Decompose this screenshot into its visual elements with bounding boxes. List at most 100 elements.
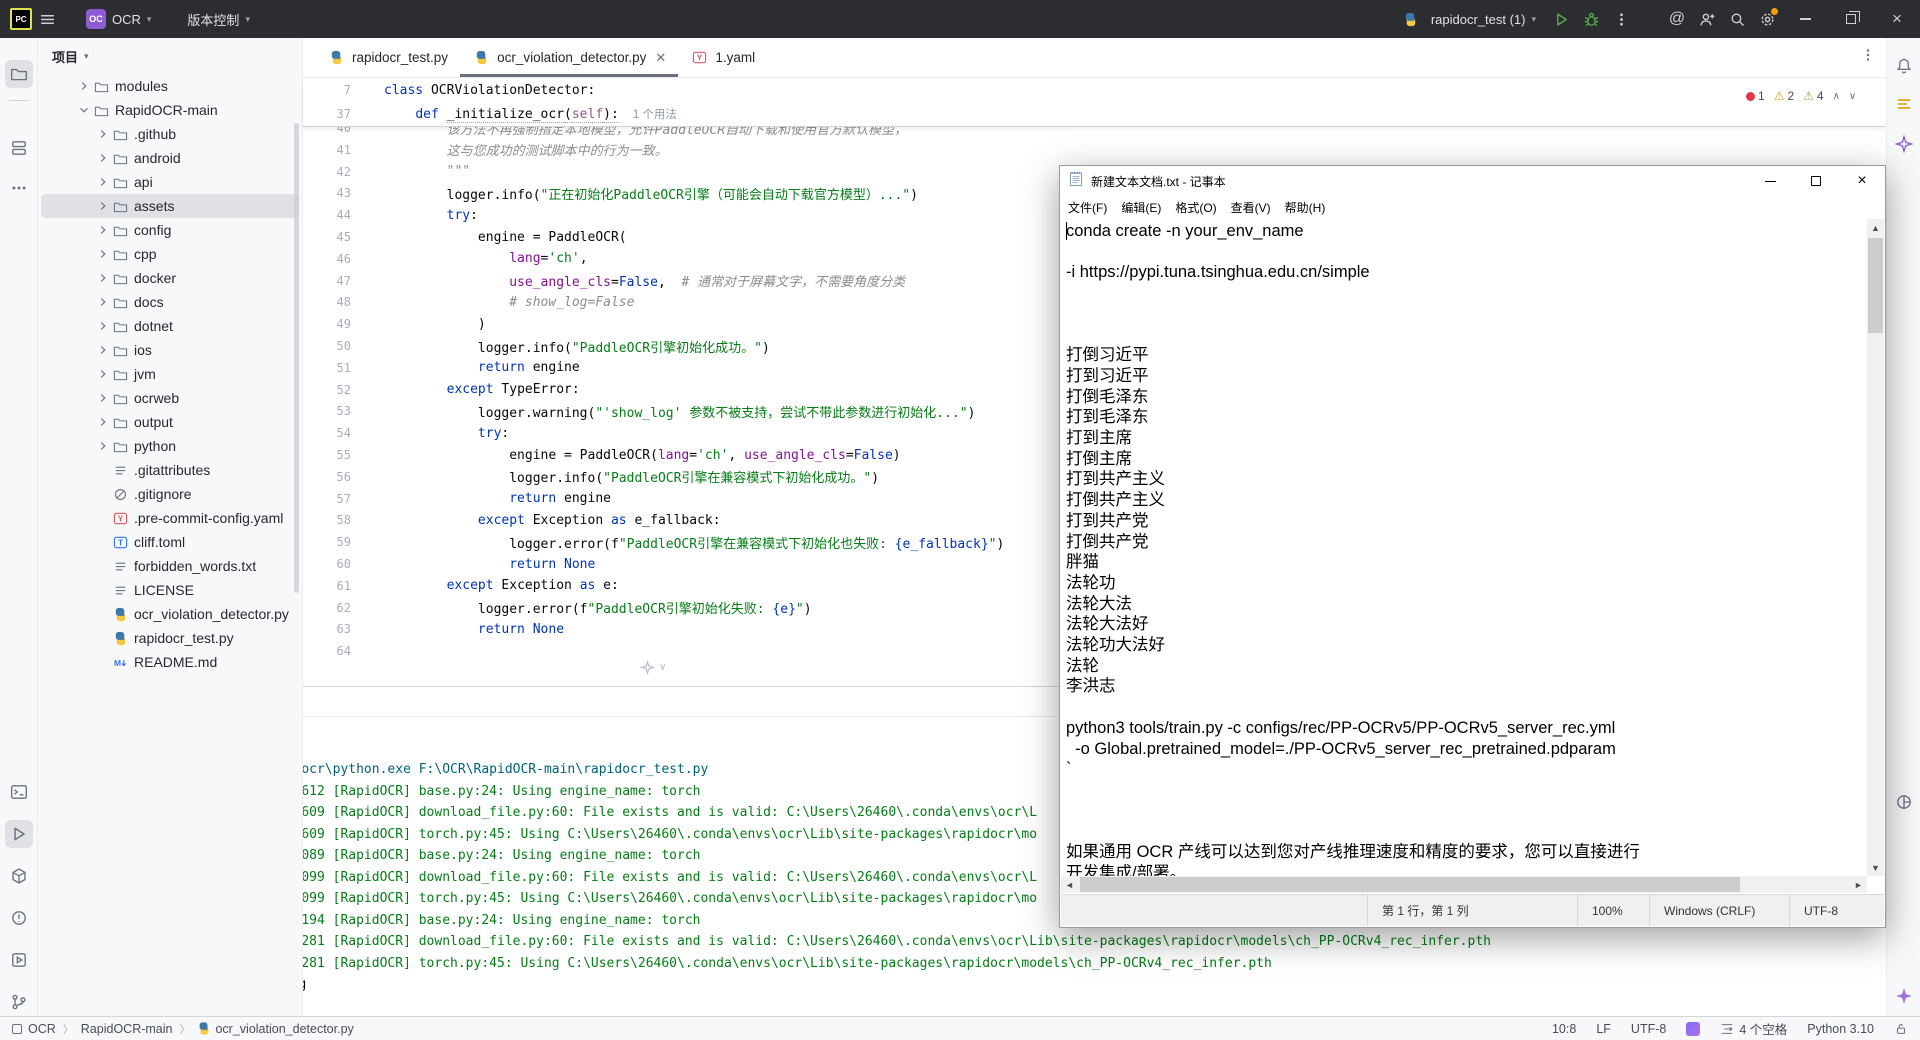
inspections-menu-icon[interactable] — [1890, 90, 1918, 118]
tree-item-python[interactable]: python — [38, 434, 302, 458]
sticky-line[interactable]: 7class OCRViolationDetector: — [303, 78, 1886, 102]
prev-problem-icon[interactable]: ∧ — [1833, 91, 1840, 102]
scrollbar-thumb[interactable] — [1080, 877, 1740, 892]
tree-item-READMEmd[interactable]: MREADME.md — [38, 650, 302, 674]
tree-item-api[interactable]: api — [38, 170, 302, 194]
tree-item-assets[interactable]: assets — [38, 194, 302, 218]
tree-item-jvm[interactable]: jvm — [38, 362, 302, 386]
scroll-up-icon[interactable]: ▲ — [1867, 219, 1884, 236]
chevron-right-icon[interactable] — [95, 391, 111, 405]
chevron-right-icon[interactable] — [95, 319, 111, 333]
breadcrumb-item[interactable]: RapidOCR-main — [81, 1022, 173, 1036]
notepad-minimize-button[interactable] — [1747, 166, 1793, 196]
version-control-icon[interactable] — [5, 988, 33, 1016]
chevron-right-icon[interactable] — [95, 415, 111, 429]
chevron-right-icon[interactable] — [95, 271, 111, 285]
tree-item-ios[interactable]: ios — [38, 338, 302, 362]
notepad-horizontal-scrollbar[interactable]: ◄ ► — [1061, 876, 1867, 893]
tree-item-ocr_violation_detectorpy[interactable]: ocr_violation_detector.py — [38, 602, 302, 626]
breadcrumb[interactable]: OCR〉RapidOCR-main〉ocr_violation_detector… — [28, 1021, 354, 1037]
chevron-right-icon[interactable] — [95, 223, 111, 237]
menu-E[interactable]: 编辑(E) — [1114, 199, 1168, 216]
run-button[interactable] — [1546, 4, 1576, 34]
ai-assistant-icon[interactable]: @ — [1662, 4, 1692, 34]
ai-assistant-tool-icon[interactable] — [1890, 130, 1918, 158]
window-minimize-button[interactable] — [1782, 0, 1828, 38]
notepad-vertical-scrollbar[interactable]: ▲ ▼ — [1867, 219, 1884, 876]
tab-1.yaml[interactable]: Y1.yaml — [678, 38, 767, 77]
window-close-button[interactable]: × — [1874, 0, 1920, 38]
tree-item-config[interactable]: config — [38, 218, 302, 242]
caret-position-widget[interactable]: 10:8 — [1552, 1022, 1576, 1036]
main-menu-icon[interactable] — [32, 4, 62, 34]
scroll-left-icon[interactable]: ◄ — [1061, 876, 1078, 893]
python-packages-icon[interactable] — [5, 862, 33, 890]
tree-item-ocrweb[interactable]: ocrweb — [38, 386, 302, 410]
layout-tool-icon[interactable] — [1890, 788, 1918, 816]
chevron-right-icon[interactable] — [95, 175, 111, 189]
notepad-text-area[interactable]: conda create -n your_env_name -i https:/… — [1061, 219, 1867, 876]
notepad-title-bar[interactable]: 新建文本文档.txt - 记事本 × — [1060, 166, 1885, 196]
notepad-maximize-button[interactable] — [1793, 166, 1839, 196]
window-restore-button[interactable] — [1828, 0, 1874, 38]
chevron-right-icon[interactable] — [95, 367, 111, 381]
chevron-right-icon[interactable] — [95, 439, 111, 453]
menu-H[interactable]: 帮助(H) — [1278, 199, 1333, 216]
more-tools-icon[interactable] — [5, 174, 33, 202]
notepad-close-button[interactable]: × — [1839, 166, 1885, 196]
plugin-icon[interactable] — [1686, 1022, 1700, 1036]
tab-rapidocr_test.py[interactable]: rapidocr_test.py — [315, 38, 460, 77]
tree-item-dotnet[interactable]: dotnet — [38, 314, 302, 338]
project-panel-header[interactable]: 项目 ▾ — [38, 38, 302, 74]
project-widget[interactable]: OC OCR ▾ — [76, 0, 161, 38]
menu-O[interactable]: 格式(O) — [1168, 199, 1223, 216]
breadcrumb-item[interactable]: OCR — [28, 1022, 56, 1036]
next-problem-icon[interactable]: ∨ — [1849, 91, 1856, 102]
structure-tool-icon[interactable] — [5, 134, 33, 162]
more-actions-icon[interactable] — [1606, 4, 1636, 34]
run-configuration-selector[interactable]: rapidocr_test (1) ▾ — [1392, 0, 1546, 38]
search-everywhere-icon[interactable] — [1722, 4, 1752, 34]
chevron-right-icon[interactable] — [95, 199, 111, 213]
breadcrumb-item[interactable]: ocr_violation_detector.py — [215, 1022, 353, 1036]
problems-tool-icon[interactable] — [5, 904, 33, 932]
scroll-down-icon[interactable]: ▼ — [1867, 859, 1884, 876]
project-tool-icon[interactable] — [5, 60, 33, 88]
project-tree-scrollbar[interactable] — [294, 123, 299, 593]
chevron-right-icon[interactable] — [76, 79, 92, 93]
tree-item-android[interactable]: android — [38, 146, 302, 170]
tree-item-clifftoml[interactable]: Tcliff.toml — [38, 530, 302, 554]
encoding-widget[interactable]: UTF-8 — [1631, 1022, 1666, 1036]
line-ending-widget[interactable]: LF — [1596, 1022, 1611, 1036]
interpreter-widget[interactable]: Python 3.10 — [1807, 1022, 1874, 1036]
chevron-right-icon[interactable] — [95, 343, 111, 357]
notifications-bell-icon[interactable] — [1890, 52, 1918, 80]
usages-inlay-hint[interactable]: 1 个用法 — [633, 106, 677, 122]
run-tool-icon[interactable] — [5, 820, 33, 848]
sticky-line[interactable]: 37 def _initialize_ocr(self):1 个用法 — [303, 102, 1886, 126]
menu-F[interactable]: 文件(F) — [1061, 199, 1114, 216]
tab-list-kebab-icon[interactable] — [1850, 47, 1886, 68]
chevron-right-icon[interactable] — [95, 151, 111, 165]
scroll-right-icon[interactable]: ► — [1850, 876, 1867, 893]
tree-item-RapidOCR-main[interactable]: RapidOCR-main — [38, 98, 302, 122]
debug-button[interactable] — [1576, 4, 1606, 34]
lock-icon[interactable] — [1894, 1022, 1908, 1036]
tab-ocr_violation_detector.py[interactable]: ocr_violation_detector.py✕ — [460, 38, 678, 77]
tree-item-docs[interactable]: docs — [38, 290, 302, 314]
chevron-right-icon[interactable] — [95, 295, 111, 309]
inspections-widget[interactable]: 1 ⚠2 ⚠4 ∧ ∨ — [1742, 86, 1860, 106]
tree-item-docker[interactable]: docker — [38, 266, 302, 290]
close-icon[interactable]: ✕ — [655, 50, 666, 66]
tree-item-LICENSE[interactable]: LICENSE — [38, 578, 302, 602]
services-tool-icon[interactable] — [5, 946, 33, 974]
ai-chat-icon[interactable] — [1890, 982, 1918, 1010]
tree-item-forbidden_wordstxt[interactable]: forbidden_words.txt — [38, 554, 302, 578]
code-with-me-icon[interactable] — [1692, 4, 1722, 34]
tree-item-modules[interactable]: modules — [38, 74, 302, 98]
tree-item-rapidocr_testpy[interactable]: rapidocr_test.py — [38, 626, 302, 650]
chevron-down-icon[interactable] — [76, 103, 92, 117]
terminal-tool-icon[interactable] — [5, 778, 33, 806]
tree-item-cpp[interactable]: cpp — [38, 242, 302, 266]
settings-gear-icon[interactable] — [1752, 4, 1782, 34]
